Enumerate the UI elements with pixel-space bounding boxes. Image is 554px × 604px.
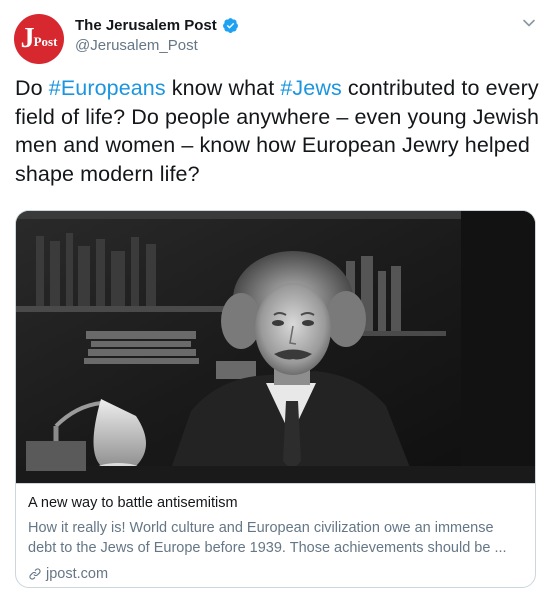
card-image[interactable] — [16, 211, 535, 483]
link-card[interactable]: A new way to battle antisemitism How it … — [15, 210, 536, 588]
card-title: A new way to battle antisemitism — [28, 495, 238, 511]
tweet-text-part: Do — [15, 76, 49, 100]
tweet: J Post The Jerusalem Post @Jerusalem_Post… — [0, 0, 554, 604]
verified-badge-icon — [222, 18, 238, 33]
tweet-text-part: know what — [165, 76, 281, 100]
card-body[interactable]: A new way to battle antisemitism How it … — [16, 483, 535, 587]
author-info: The Jerusalem Post @Jerusalem_Post — [75, 17, 239, 54]
display-name[interactable]: The Jerusalem Post — [75, 17, 217, 34]
avatar[interactable]: J Post — [14, 14, 64, 64]
hashtag-link[interactable]: #Europeans — [49, 76, 166, 100]
handle[interactable]: @Jerusalem_Post — [75, 37, 239, 54]
chevron-down-icon[interactable] — [522, 16, 536, 30]
tweet-text: Do #Europeans know what #Jews contribute… — [15, 74, 540, 188]
avatar-logo-j: J — [20, 23, 35, 54]
hashtag-link[interactable]: #Jews — [280, 76, 341, 100]
link-icon — [29, 568, 41, 580]
card-domain: jpost.com — [46, 566, 109, 582]
card-photo — [16, 211, 535, 483]
card-domain-row: jpost.com — [28, 566, 523, 582]
card-description: How it really is! World culture and Euro… — [28, 520, 507, 556]
display-name-row: The Jerusalem Post — [75, 17, 239, 34]
avatar-logo-post: Post — [33, 34, 58, 49]
